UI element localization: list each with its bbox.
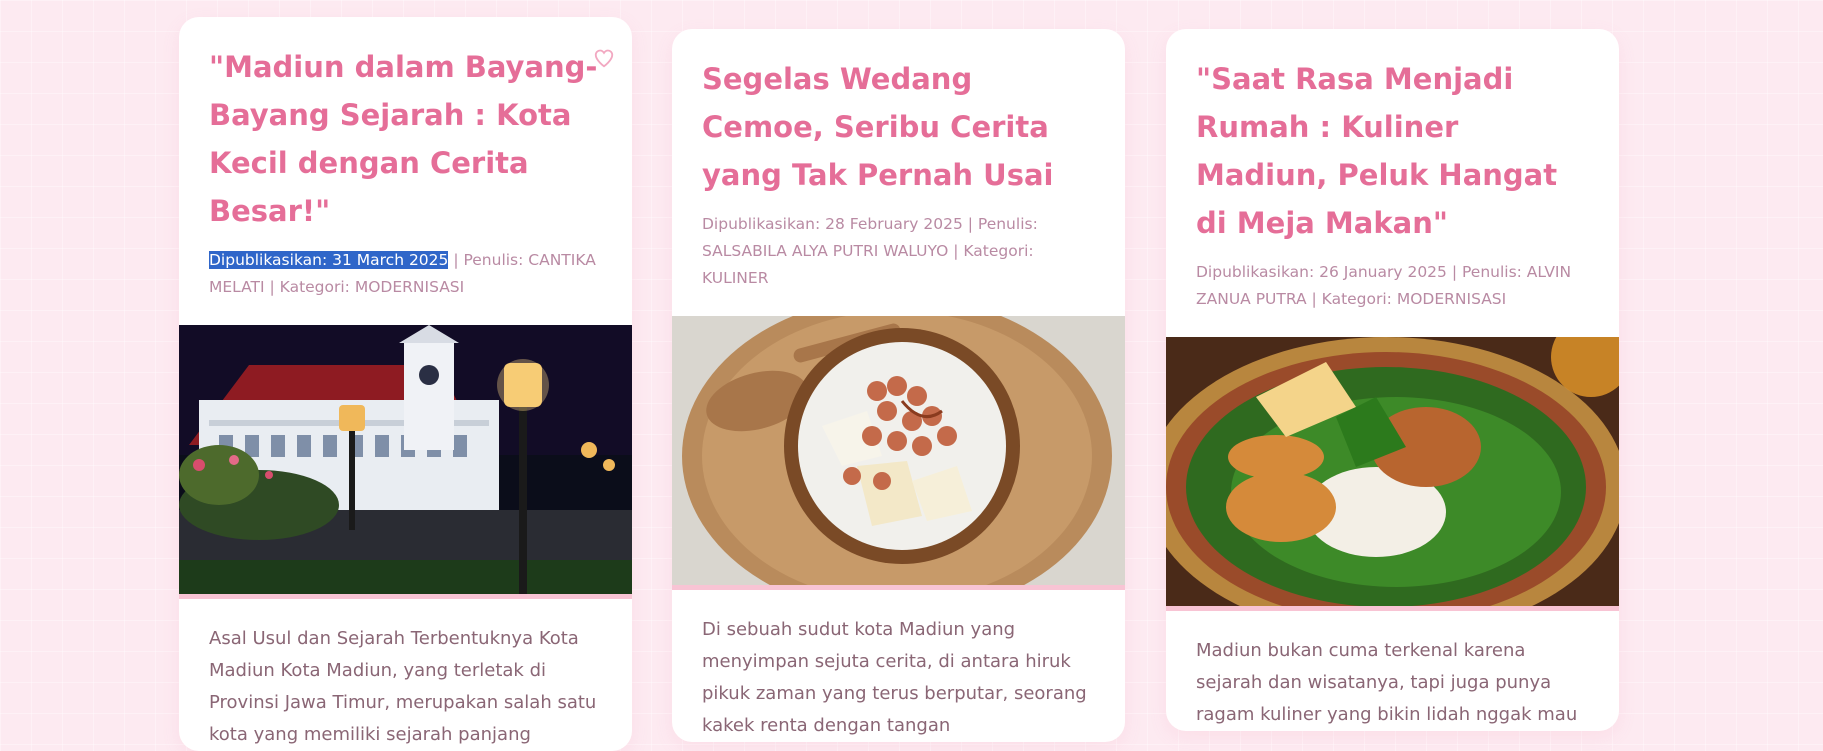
article-header: "Madiun dalam Bayang-Bayang Sejarah : Ko…	[179, 17, 632, 325]
publish-date: Dipublikasikan: 31 March 2025	[209, 251, 449, 269]
article-card[interactable]: "Saat Rasa Menjadi Rumah : Kuliner Madiu…	[1166, 29, 1619, 731]
article-meta: Dipublikasikan: 28 February 2025 | Penul…	[702, 211, 1095, 292]
article-excerpt: Asal Usul dan Sejarah Terbentuknya Kota …	[209, 628, 597, 745]
article-header: "Saat Rasa Menjadi Rumah : Kuliner Madiu…	[1166, 29, 1619, 337]
article-title[interactable]: Segelas Wedang Cemoe, Seribu Cerita yang…	[702, 55, 1095, 199]
publish-date: Dipublikasikan: 26 January 2025	[1196, 263, 1447, 281]
article-meta: Dipublikasikan: 31 March 2025 | Penulis:…	[209, 247, 602, 301]
article-meta: Dipublikasikan: 26 January 2025 | Penuli…	[1196, 259, 1589, 313]
article-excerpt: Madiun bukan cuma terkenal karena sejara…	[1196, 640, 1578, 725]
article-header: Segelas Wedang Cemoe, Seribu Cerita yang…	[672, 29, 1125, 316]
article-image-town-hall[interactable]	[179, 325, 632, 599]
article-image-pecel[interactable]	[1166, 337, 1619, 611]
article-excerpt: Di sebuah sudut kota Madiun yang menyimp…	[702, 619, 1087, 736]
article-image-wedang-cemoe[interactable]	[672, 316, 1125, 590]
heart-outline-icon[interactable]	[593, 47, 615, 69]
article-title[interactable]: "Saat Rasa Menjadi Rumah : Kuliner Madiu…	[1196, 55, 1589, 247]
article-card[interactable]: Segelas Wedang Cemoe, Seribu Cerita yang…	[672, 29, 1125, 742]
publish-date: Dipublikasikan: 28 February 2025	[702, 215, 963, 233]
article-card[interactable]: "Madiun dalam Bayang-Bayang Sejarah : Ko…	[179, 17, 632, 751]
article-title[interactable]: "Madiun dalam Bayang-Bayang Sejarah : Ko…	[209, 43, 602, 235]
